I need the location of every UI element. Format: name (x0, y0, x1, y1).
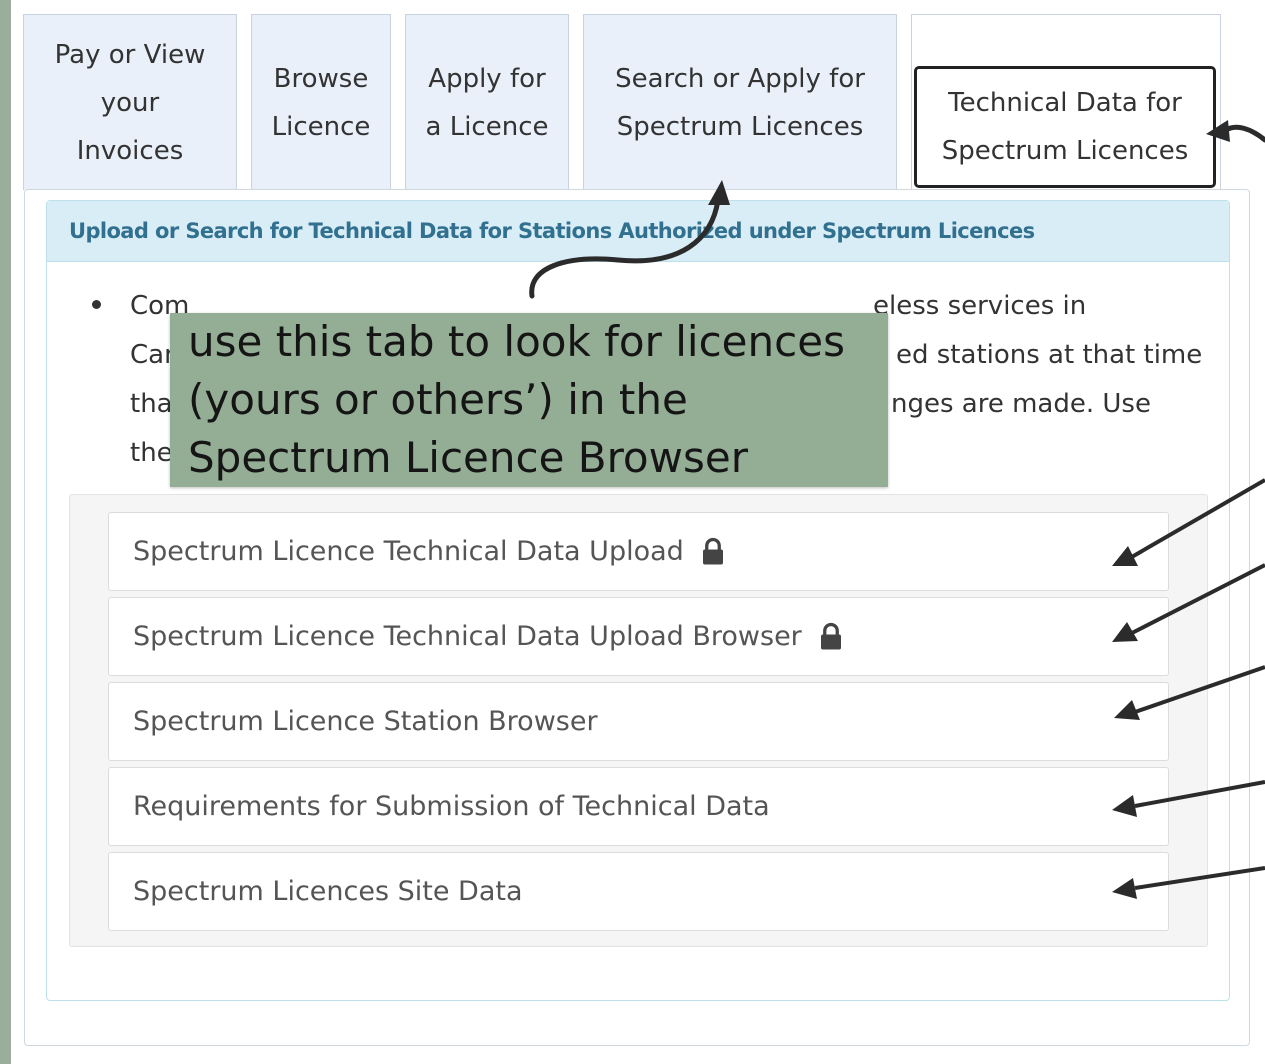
arrow-icon (1112, 795, 1137, 817)
arrow-icon (1134, 866, 1265, 890)
annotation-arrows (529, 120, 1265, 899)
arrow-icon (1223, 124, 1265, 143)
arrow-icon (1134, 665, 1265, 714)
arrow-icon (1128, 478, 1265, 560)
arrow-icon (529, 197, 721, 299)
arrow-icon (1129, 563, 1265, 636)
callout-text: use this tab to look for licences (yours… (188, 317, 845, 482)
arrow-icon (708, 180, 730, 205)
arrow-icon (1206, 120, 1230, 142)
annotation-callout: use this tab to look for licences (yours… (170, 313, 888, 487)
arrow-icon (1112, 878, 1137, 899)
arrow-icon (1134, 780, 1265, 808)
